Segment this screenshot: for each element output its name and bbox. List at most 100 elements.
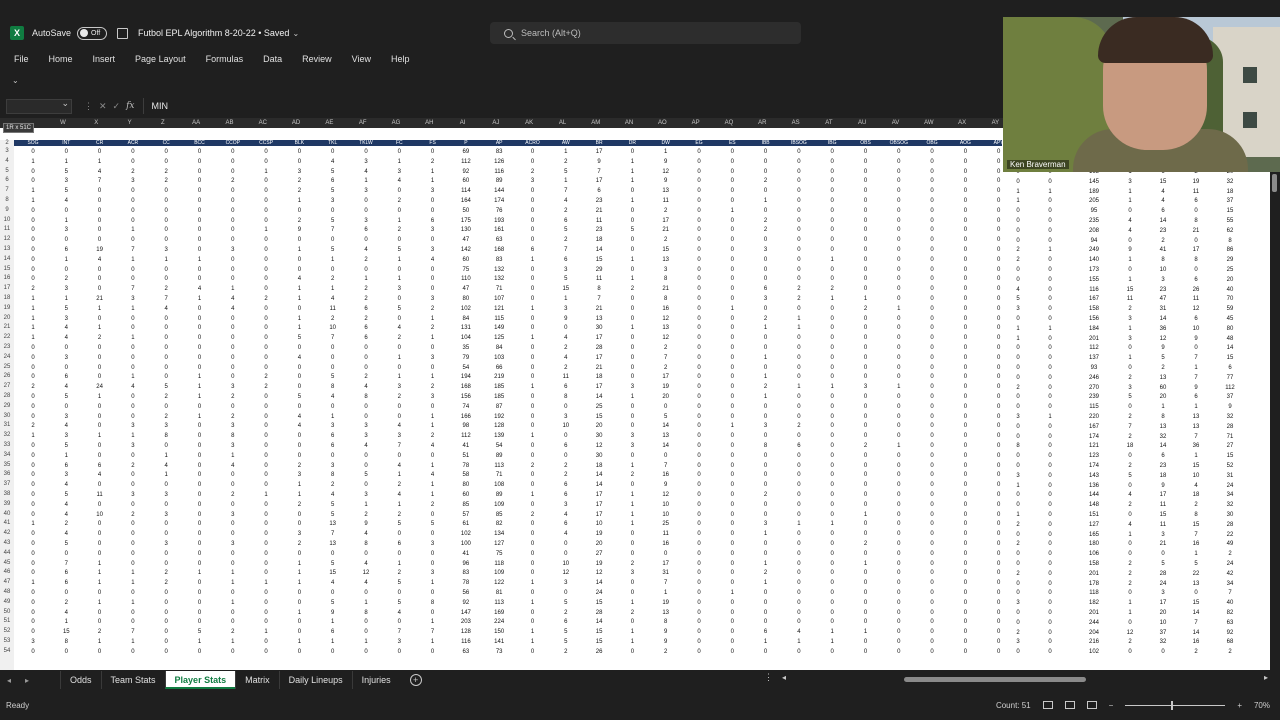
- table-cell[interactable]: 0: [784, 540, 814, 549]
- autosave-toggle[interactable]: Off: [77, 26, 108, 40]
- table-cell[interactable]: 6: [384, 540, 414, 549]
- table-cell[interactable]: 4: [318, 393, 348, 402]
- table-cell[interactable]: 0: [784, 344, 814, 353]
- column-header[interactable]: AJ: [481, 120, 511, 126]
- table-cell[interactable]: 0: [18, 177, 48, 186]
- table-cell[interactable]: 8: [1148, 413, 1178, 422]
- table-cell[interactable]: 0: [418, 197, 448, 206]
- table-cell[interactable]: 0: [617, 305, 647, 314]
- table-cell[interactable]: 2: [751, 383, 781, 392]
- table-cell[interactable]: 0: [1115, 266, 1145, 275]
- table-cell[interactable]: 0: [1035, 619, 1065, 628]
- table-cell[interactable]: 7: [318, 334, 348, 343]
- table-cell[interactable]: 6: [751, 628, 781, 637]
- table-cell[interactable]: 0: [218, 501, 248, 510]
- table-cell[interactable]: 0: [884, 256, 914, 265]
- table-cell[interactable]: 1: [418, 638, 448, 647]
- table-cell[interactable]: 85: [451, 501, 481, 510]
- table-cell[interactable]: 6: [51, 246, 81, 255]
- table-cell[interactable]: 7: [418, 628, 448, 637]
- table-cell[interactable]: 0: [185, 491, 215, 500]
- table-cell[interactable]: 2: [351, 295, 381, 304]
- table-cell[interactable]: 0: [917, 393, 947, 402]
- table-cell[interactable]: 192: [484, 413, 514, 422]
- table-cell[interactable]: 0: [884, 236, 914, 245]
- table-cell[interactable]: 1: [717, 305, 747, 314]
- table-cell[interactable]: 1: [85, 324, 115, 333]
- table-cell[interactable]: 0: [617, 148, 647, 157]
- stat-header-cell[interactable]: BCC: [185, 140, 215, 146]
- row-number[interactable]: 17: [0, 285, 14, 291]
- table-cell[interactable]: 0: [1181, 237, 1211, 246]
- table-cell[interactable]: 0: [1003, 276, 1033, 285]
- table-cell[interactable]: 0: [851, 158, 881, 167]
- row-number[interactable]: 12: [0, 236, 14, 242]
- table-cell[interactable]: 6: [1215, 364, 1245, 373]
- table-cell[interactable]: 0: [18, 569, 48, 578]
- table-cell[interactable]: 0: [85, 315, 115, 324]
- table-cell[interactable]: 9: [651, 481, 681, 490]
- table-cell[interactable]: 182: [1079, 599, 1109, 608]
- table-cell[interactable]: 0: [118, 275, 148, 284]
- table-cell[interactable]: 4: [1115, 521, 1145, 530]
- table-cell[interactable]: 1: [518, 491, 548, 500]
- column-header[interactable]: Z: [148, 120, 178, 126]
- table-cell[interactable]: 0: [18, 168, 48, 177]
- table-cell[interactable]: 2: [384, 197, 414, 206]
- table-cell[interactable]: 0: [751, 275, 781, 284]
- table-cell[interactable]: 0: [418, 285, 448, 294]
- table-cell[interactable]: 0: [851, 579, 881, 588]
- table-cell[interactable]: 2: [551, 471, 581, 480]
- table-cell[interactable]: 17: [584, 383, 614, 392]
- table-cell[interactable]: 150: [484, 628, 514, 637]
- table-cell[interactable]: 0: [318, 354, 348, 363]
- table-cell[interactable]: 0: [817, 275, 847, 284]
- table-cell[interactable]: 0: [950, 520, 980, 529]
- table-cell[interactable]: 1: [518, 628, 548, 637]
- table-cell[interactable]: 0: [917, 569, 947, 578]
- table-cell[interactable]: 0: [518, 648, 548, 657]
- table-cell[interactable]: 0: [1035, 609, 1065, 618]
- table-cell[interactable]: 0: [917, 246, 947, 255]
- table-cell[interactable]: 2: [351, 511, 381, 520]
- table-cell[interactable]: 15: [51, 628, 81, 637]
- table-cell[interactable]: 0: [684, 491, 714, 500]
- table-cell[interactable]: 3: [418, 246, 448, 255]
- table-cell[interactable]: 2: [851, 305, 881, 314]
- stat-header-cell[interactable]: OBSOG: [884, 140, 914, 146]
- table-cell[interactable]: 2: [1215, 648, 1245, 657]
- row-number[interactable]: 13: [0, 246, 14, 252]
- row-number[interactable]: 35: [0, 462, 14, 468]
- table-cell[interactable]: 93: [1079, 364, 1109, 373]
- table-cell[interactable]: 0: [518, 236, 548, 245]
- table-cell[interactable]: 0: [717, 471, 747, 480]
- table-cell[interactable]: 0: [85, 364, 115, 373]
- horizontal-scroll-thumb[interactable]: [904, 677, 1086, 682]
- table-cell[interactable]: 5: [1181, 560, 1211, 569]
- table-cell[interactable]: 0: [684, 236, 714, 245]
- table-cell[interactable]: 0: [751, 609, 781, 618]
- row-number[interactable]: 48: [0, 589, 14, 595]
- table-cell[interactable]: 2: [751, 226, 781, 235]
- table-cell[interactable]: 0: [418, 609, 448, 618]
- table-cell[interactable]: 127: [1079, 521, 1109, 530]
- table-cell[interactable]: 1: [218, 285, 248, 294]
- table-cell[interactable]: 2: [18, 422, 48, 431]
- table-cell[interactable]: 4: [1148, 197, 1178, 206]
- table-cell[interactable]: 0: [218, 197, 248, 206]
- table-cell[interactable]: 0: [1035, 580, 1065, 589]
- table-cell[interactable]: 0: [851, 599, 881, 608]
- table-cell[interactable]: 71: [1215, 433, 1245, 442]
- table-cell[interactable]: 1: [118, 305, 148, 314]
- table-cell[interactable]: 0: [284, 599, 314, 608]
- table-cell[interactable]: 0: [118, 481, 148, 490]
- table-cell[interactable]: 4: [418, 471, 448, 480]
- table-cell[interactable]: 0: [751, 334, 781, 343]
- table-cell[interactable]: 0: [85, 236, 115, 245]
- table-cell[interactable]: 0: [950, 236, 980, 245]
- table-cell[interactable]: 0: [185, 207, 215, 216]
- table-cell[interactable]: 0: [551, 589, 581, 598]
- ribbon-tab-review[interactable]: Review: [292, 54, 342, 64]
- table-cell[interactable]: 0: [284, 266, 314, 275]
- table-cell[interactable]: 0: [151, 373, 181, 382]
